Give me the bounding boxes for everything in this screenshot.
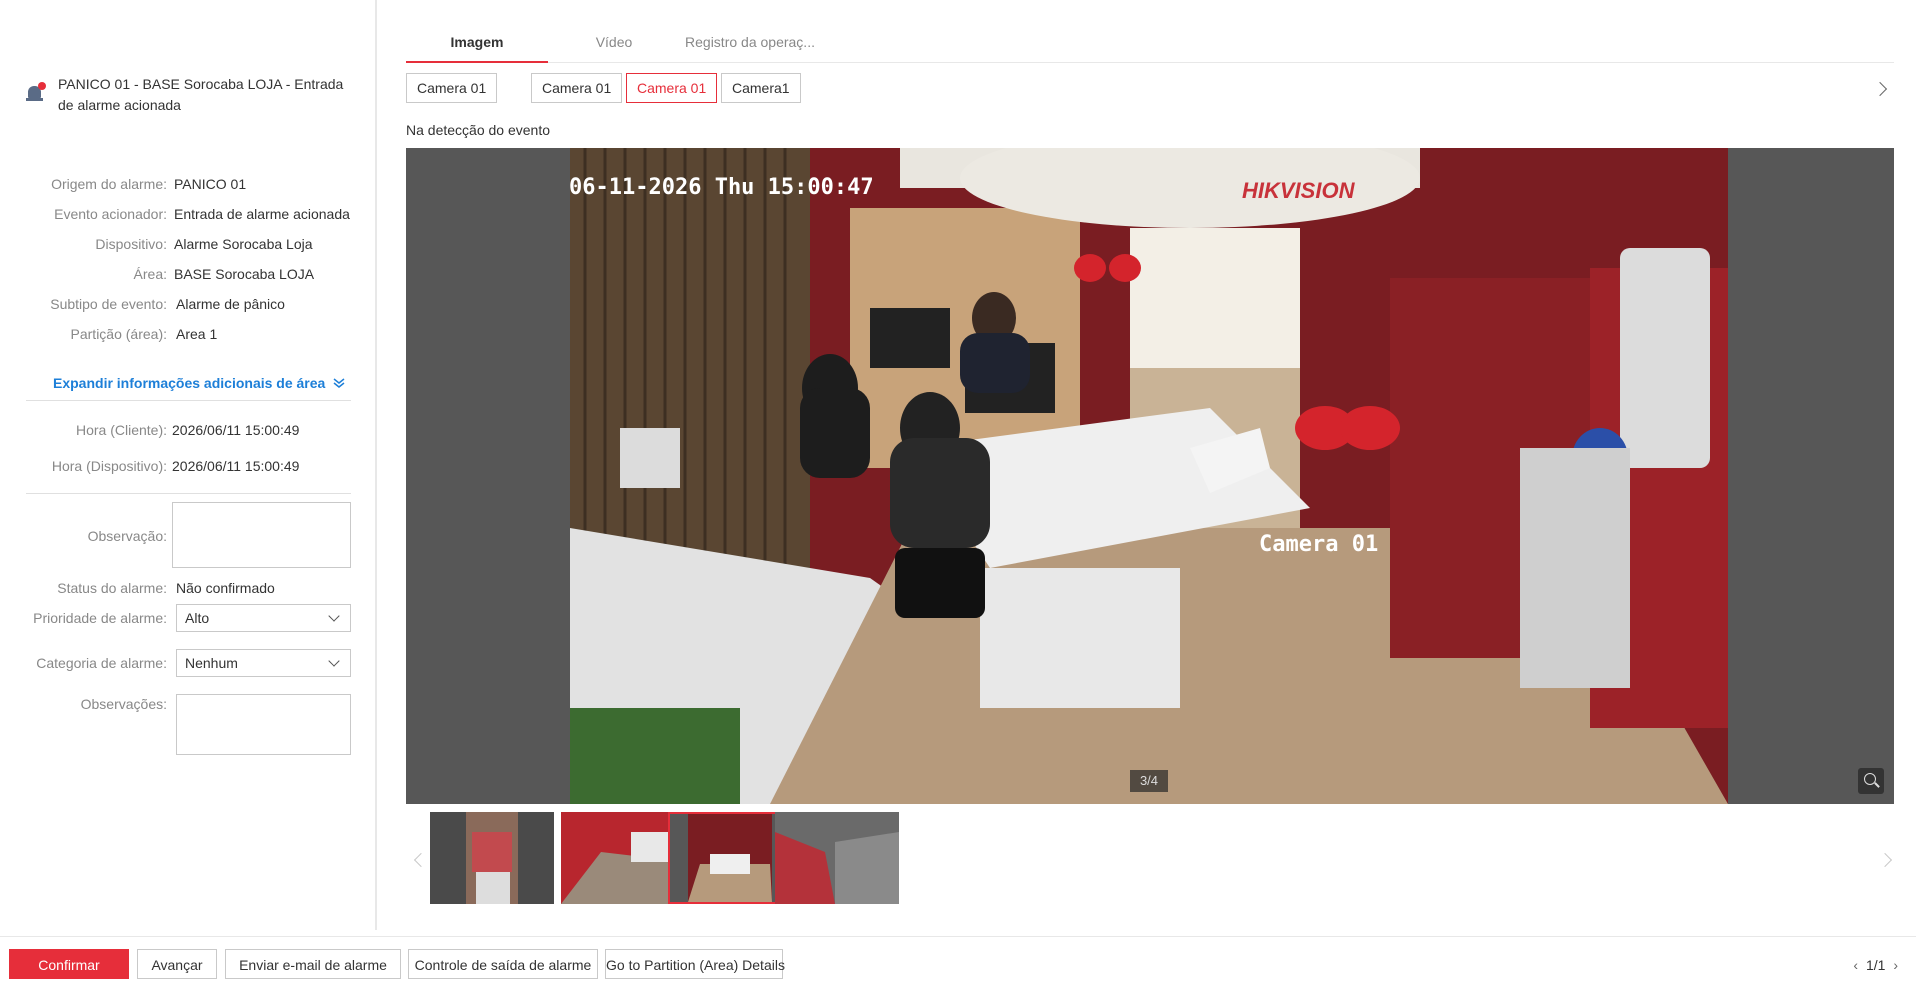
advance-button[interactable]: Avançar <box>137 949 217 979</box>
chevron-down-icon <box>328 610 340 622</box>
info-label: Hora (Cliente): <box>75 422 167 438</box>
priority-selected-value: Alto <box>185 610 210 626</box>
thumbnail-next-arrow-icon[interactable] <box>1877 852 1893 868</box>
thumbnail-prev-arrow-icon[interactable] <box>413 852 429 868</box>
info-row-trigger-event: Evento acionador: Entrada de alarme acio… <box>0 206 377 226</box>
camera-button[interactable]: Camera 01 <box>406 73 498 103</box>
send-alarm-email-button[interactable]: Enviar e-mail de alarme <box>225 949 401 979</box>
info-label: Evento acionador: <box>54 206 167 222</box>
camera-snapshot: 06-11-2026 Thu 15:00:47 HIKVISION Camera… <box>570 148 1728 804</box>
info-row-device: Dispositivo: Alarme Sorocaba Loja <box>0 236 377 256</box>
info-label: Dispositivo: <box>95 236 167 252</box>
partition-details-button[interactable]: Go to Partition (Area) Details <box>605 949 785 979</box>
priority-label: Prioridade de alarme: <box>33 610 167 626</box>
detection-label: Na detecção do evento <box>406 122 550 138</box>
status-label: Status do alarme: <box>57 580 167 596</box>
tab-operation-log[interactable]: Registro da operaç... <box>680 28 820 61</box>
info-value: 2026/06/11 15:00:49 <box>172 458 300 474</box>
alarm-title: PANICO 01 - BASE Sorocaba LOJA - Entrada… <box>58 76 344 113</box>
page-prev-icon[interactable]: ‹ <box>1853 957 1858 973</box>
image-counter: 3/4 <box>1130 770 1168 792</box>
info-row-area: Área: BASE Sorocaba LOJA <box>0 266 377 286</box>
category-select[interactable]: Nenhum <box>176 649 351 677</box>
info-label: Subtipo de evento: <box>50 296 167 312</box>
overlay-timestamp: 06-11-2026 Thu 15:00:47 <box>570 175 874 200</box>
alarm-title-row: PANICO 01 - BASE Sorocaba LOJA - Entrada… <box>26 74 356 116</box>
page-next-icon[interactable]: › <box>1893 957 1898 973</box>
content-tabs: Imagem Vídeo Registro da operaç... <box>406 28 1894 63</box>
thumbnail-1[interactable] <box>430 812 554 904</box>
camera-next-arrow-icon[interactable] <box>1872 81 1888 97</box>
thumbnail-2[interactable] <box>561 812 685 904</box>
pager: ‹ 1/1 › <box>1853 957 1898 973</box>
expand-area-info-link[interactable]: Expandir informações adicionais de área <box>53 375 345 392</box>
zoom-in-icon[interactable] <box>1858 768 1884 794</box>
thumbnail-4[interactable] <box>775 812 899 904</box>
info-value: PANICO 01 <box>174 176 247 192</box>
overlay-camera-name: Camera 01 <box>1259 532 1379 557</box>
info-value: Alarme de pânico <box>176 296 285 312</box>
divider <box>26 400 351 401</box>
alarm-output-control-button[interactable]: Controle de saída de alarme <box>408 949 598 979</box>
alarm-siren-icon <box>26 82 46 102</box>
category-label: Categoria de alarme: <box>36 655 167 671</box>
info-row-device-time: Hora (Dispositivo): 2026/06/11 15:00:49 <box>0 458 377 478</box>
info-row-client-time: Hora (Cliente): 2026/06/11 15:00:49 <box>0 422 377 442</box>
camera-button-selected[interactable]: Camera 01 <box>626 73 718 103</box>
info-label: Origem do alarme: <box>51 176 167 192</box>
double-chevron-down-icon <box>333 376 345 392</box>
remarks-textarea[interactable] <box>176 694 351 755</box>
overlay-brand-logo: HIKVISION <box>1242 178 1355 203</box>
info-row-partition: Partição (área): Area 1 <box>0 326 377 346</box>
info-value: Area 1 <box>176 326 218 342</box>
confirm-button[interactable]: Confirmar <box>9 949 129 979</box>
tab-image[interactable]: Imagem <box>406 28 548 63</box>
thumbnail-3-selected[interactable] <box>668 812 792 904</box>
action-bar: Confirmar Avançar Enviar e-mail de alarm… <box>0 936 1916 990</box>
info-label: Área: <box>133 266 167 282</box>
priority-select[interactable]: Alto <box>176 604 351 632</box>
info-row-event-subtype: Subtipo de evento: Alarme de pânico <box>0 296 377 316</box>
category-selected-value: Nenhum <box>185 655 238 671</box>
info-label: Hora (Dispositivo): <box>51 458 167 474</box>
observation-label: Observação: <box>87 528 167 544</box>
page-indicator: 1/1 <box>1865 957 1886 973</box>
observation-textarea[interactable] <box>172 502 351 568</box>
info-value: 2026/06/11 15:00:49 <box>172 422 300 438</box>
remarks-label: Observações: <box>80 696 167 712</box>
status-row: Status do alarme: Não confirmado <box>0 580 377 600</box>
info-value: BASE Sorocaba LOJA <box>174 266 315 282</box>
info-value: Alarme Sorocaba Loja <box>174 236 313 252</box>
info-label: Partição (área): <box>70 326 167 342</box>
info-row-origin: Origem do alarme: PANICO 01 <box>0 176 377 196</box>
divider <box>26 493 351 494</box>
info-value: Entrada de alarme acionada <box>174 206 350 222</box>
alarm-detail-panel: PANICO 01 - BASE Sorocaba LOJA - Entrada… <box>0 0 377 930</box>
expand-area-info-label: Expandir informações adicionais de área <box>53 375 326 391</box>
image-viewer[interactable]: 06-11-2026 Thu 15:00:47 HIKVISION Camera… <box>406 148 1894 804</box>
chevron-down-icon <box>328 655 340 667</box>
tab-video[interactable]: Vídeo <box>548 28 680 61</box>
camera-button[interactable]: Camera 01 <box>531 73 623 103</box>
thumbnail-strip <box>406 810 1894 910</box>
camera-button[interactable]: Camera1 <box>721 73 801 103</box>
status-value: Não confirmado <box>176 580 275 596</box>
